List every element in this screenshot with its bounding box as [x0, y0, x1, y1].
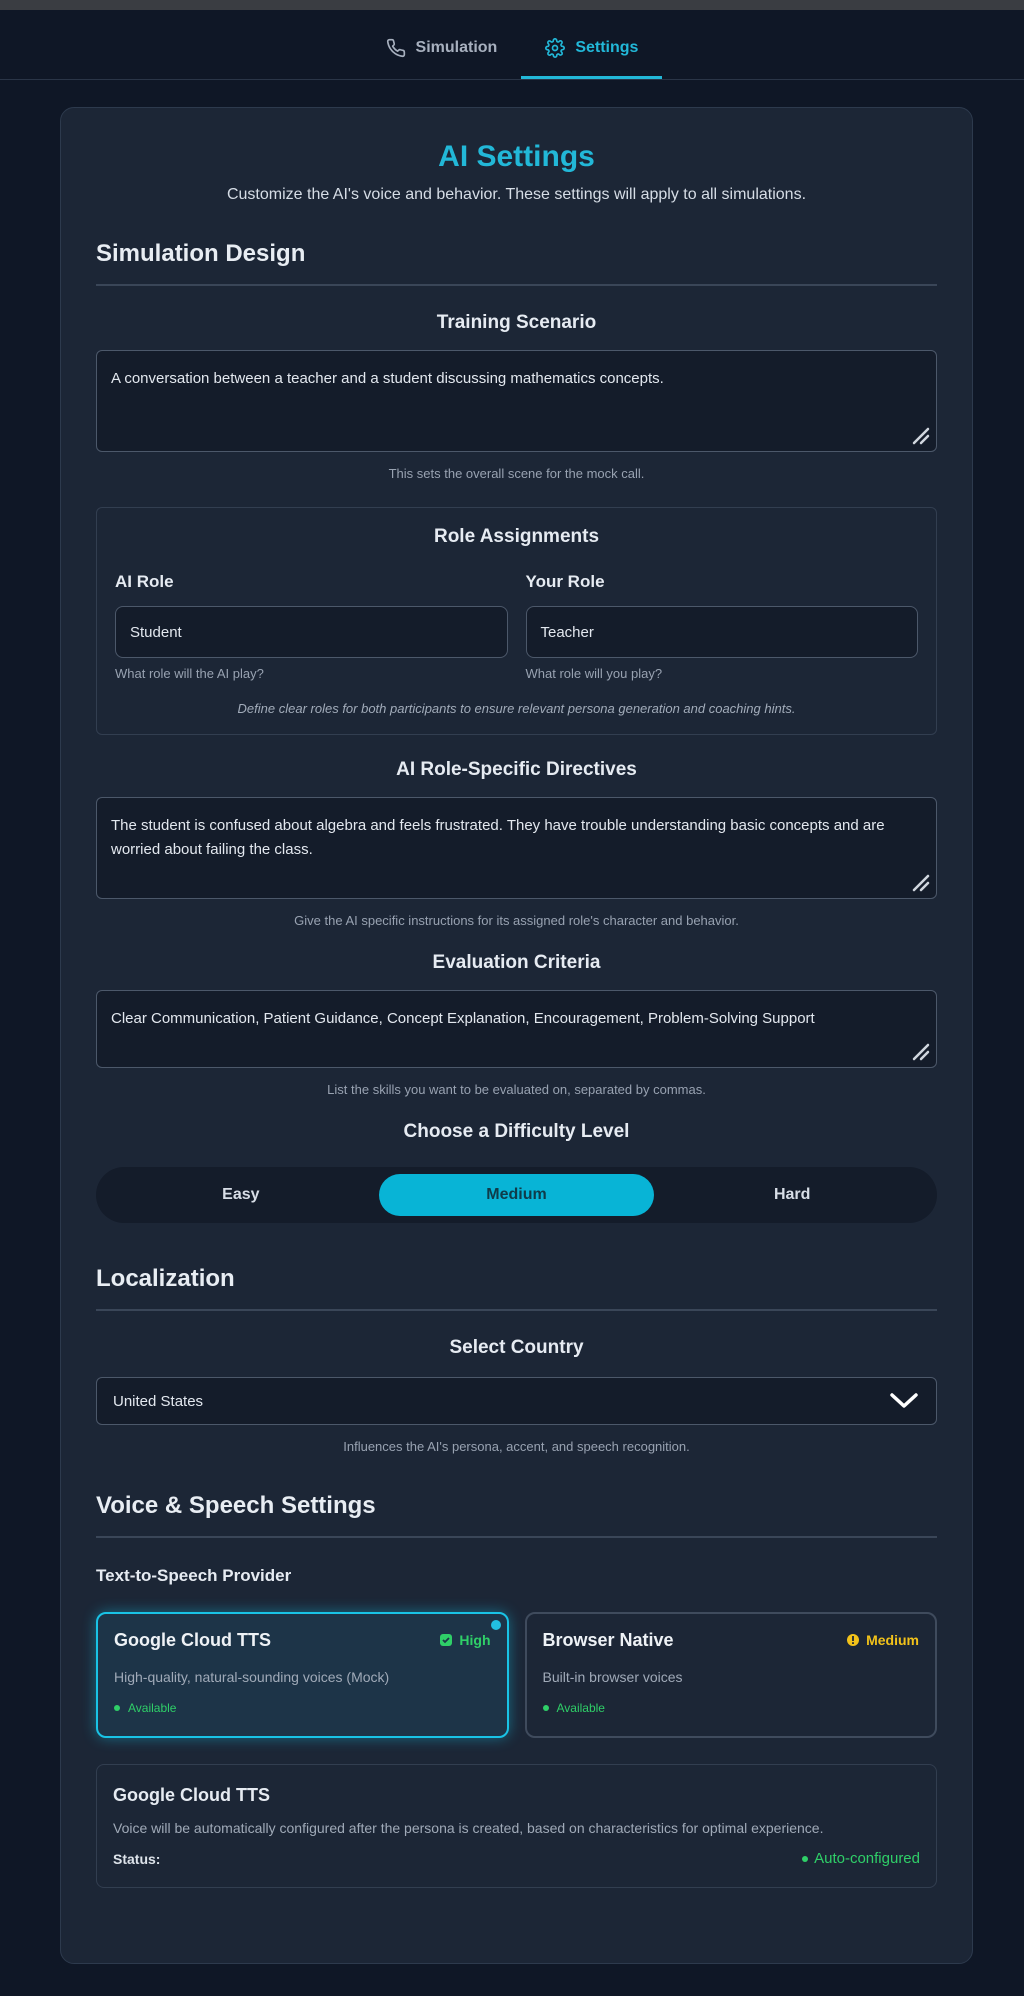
ai-role-helper: What role will the AI play?: [115, 666, 264, 681]
criteria-textarea[interactable]: Clear Communication, Patient Guidance, C…: [96, 990, 937, 1068]
country-value: United States: [113, 1392, 204, 1410]
resize-handle-icon[interactable]: [910, 872, 930, 892]
tts-provider-label: Text-to-Speech Provider: [96, 1566, 292, 1585]
provider-card-browser-native[interactable]: Browser Native Medium Built-in browser v…: [524, 1612, 937, 1738]
difficulty-option-medium[interactable]: Medium: [378, 1174, 655, 1216]
criteria-label: Evaluation Criteria: [432, 952, 601, 973]
quality-badge-label: High: [459, 1632, 491, 1648]
tts-status-text: Auto-configured: [814, 1850, 920, 1867]
training-scenario-textarea[interactable]: A conversation between a teacher and a s…: [96, 350, 937, 452]
directives-helper: Give the AI specific instructions for it…: [294, 913, 739, 928]
criteria-value: Clear Communication, Patient Guidance, C…: [111, 1010, 815, 1027]
status-dot: [542, 1705, 549, 1711]
role-assignments-heading: Role Assignments: [433, 526, 600, 547]
criteria-helper: List the skills you want to be evaluated…: [327, 1082, 706, 1097]
check-circle-icon: [440, 1634, 453, 1646]
status-dot: [114, 1705, 120, 1711]
tab-settings-label: Settings: [575, 38, 639, 56]
your-role-label: Your Role: [525, 572, 605, 591]
quality-badge: High: [439, 1632, 491, 1648]
country-select[interactable]: United States: [96, 1377, 937, 1425]
tab-settings[interactable]: Settings: [521, 19, 663, 79]
difficulty-option-hard[interactable]: Hard: [654, 1174, 930, 1216]
resize-handle-icon[interactable]: [910, 1041, 930, 1061]
gear-icon: [545, 37, 566, 58]
your-role-input[interactable]: Teacher: [525, 606, 918, 658]
status-dot: [802, 1855, 809, 1862]
role-assignments-box: Role Assignments AI Role Student What ro…: [96, 507, 937, 735]
provider-description: High-quality, natural-sounding voices (M…: [114, 1669, 390, 1685]
provider-card-google-cloud-tts[interactable]: Google Cloud TTS High High-quality, natu…: [96, 1612, 509, 1738]
section-heading-simulation-design: Simulation Design: [96, 240, 937, 286]
difficulty-option-easy[interactable]: Easy: [103, 1174, 379, 1216]
training-scenario-label: Training Scenario: [436, 312, 597, 333]
tab-simulation-label: Simulation: [415, 38, 498, 56]
directives-textarea[interactable]: The student is confused about algebra an…: [96, 797, 937, 899]
window-top-strip: [0, 0, 1024, 10]
quality-badge-label: Medium: [866, 1632, 919, 1648]
quality-badge: Medium: [846, 1632, 919, 1648]
difficulty-label: Choose a Difficulty Level: [403, 1121, 630, 1142]
section-heading-localization: Localization: [96, 1265, 937, 1311]
ai-role-input[interactable]: Student: [115, 606, 508, 658]
tts-info-description: Voice will be automatically configured a…: [113, 1820, 824, 1836]
training-scenario-helper: This sets the overall scene for the mock…: [388, 466, 645, 481]
provider-status: Available: [542, 1701, 920, 1715]
tts-status-value: Auto-configured: [802, 1850, 920, 1867]
chevron-down-icon: [890, 1393, 918, 1408]
tts-info-title: Google Cloud TTS: [113, 1785, 270, 1805]
your-role-value: Teacher: [540, 623, 594, 641]
selected-indicator: [490, 1620, 501, 1630]
page-title: AI Settings: [438, 140, 595, 173]
tab-simulation[interactable]: Simulation: [362, 19, 522, 79]
role-assignments-note: Define clear roles for both participants…: [237, 701, 796, 716]
tts-status-label: Status:: [113, 1850, 161, 1867]
training-scenario-value: A conversation between a teacher and a s…: [111, 370, 664, 387]
tts-provider-list: Google Cloud TTS High High-quality, natu…: [96, 1612, 937, 1738]
phone-icon: [386, 38, 405, 57]
your-role-helper: What role will you play?: [525, 666, 663, 681]
provider-status: Available: [114, 1701, 491, 1715]
resize-handle-icon[interactable]: [910, 425, 930, 445]
ai-role-value: Student: [130, 623, 182, 641]
difficulty-selector: Easy Medium Hard: [96, 1167, 937, 1223]
directives-label: AI Role-Specific Directives: [396, 759, 637, 780]
directives-value: The student is confused about algebra an…: [111, 817, 885, 858]
tts-info-panel: Google Cloud TTS Voice will be automatic…: [96, 1764, 937, 1888]
provider-description: Built-in browser voices: [542, 1669, 683, 1685]
provider-status-label: Available: [128, 1701, 177, 1715]
country-helper: Influences the AI's persona, accent, and…: [343, 1439, 690, 1454]
warning-icon: [847, 1634, 860, 1646]
provider-name: Google Cloud TTS: [114, 1630, 271, 1650]
ai-role-label: AI Role: [115, 572, 174, 591]
country-label: Select Country: [449, 1337, 584, 1358]
settings-card: AI Settings Customize the AI's voice and…: [60, 107, 973, 1964]
section-heading-voice: Voice & Speech Settings: [96, 1492, 937, 1538]
page-subtitle: Customize the AI's voice and behavior. T…: [226, 186, 807, 203]
provider-status-label: Available: [556, 1701, 605, 1715]
tab-bar: Simulation Settings: [0, 10, 1024, 80]
